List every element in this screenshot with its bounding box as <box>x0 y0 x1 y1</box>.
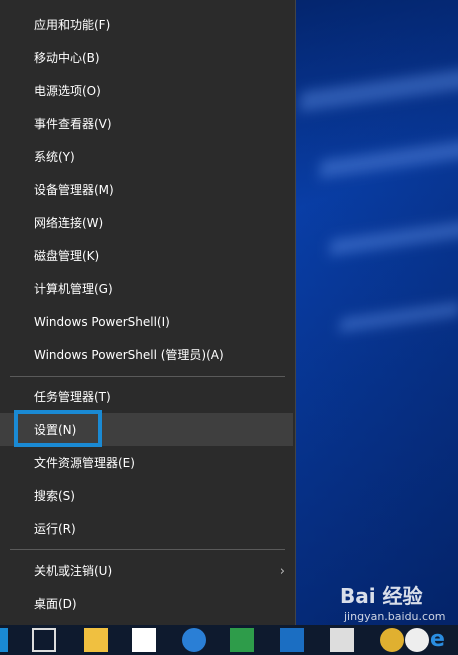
menu-item-label: 设备管理器(M) <box>34 183 114 197</box>
menu-item-label: 系统(Y) <box>34 150 75 164</box>
menu-item-event-viewer[interactable]: 事件查看器(V) <box>0 107 293 140</box>
winx-context-menu: 应用和功能(F) 移动中心(B) 电源选项(O) 事件查看器(V) 系统(Y) … <box>0 0 296 629</box>
menu-separator <box>10 376 285 377</box>
start-button-icon[interactable] <box>0 628 8 652</box>
menu-item-disk-management[interactable]: 磁盘管理(K) <box>0 239 293 272</box>
menu-item-label: Windows PowerShell(I) <box>34 314 170 329</box>
annotation-highlight-box <box>14 410 102 447</box>
outlook-icon[interactable] <box>280 628 304 652</box>
chrome-icon[interactable] <box>380 628 404 652</box>
menu-item-device-manager[interactable]: 设备管理器(M) <box>0 173 293 206</box>
menu-item-label: 网络连接(W) <box>34 216 104 230</box>
menu-item-power-options[interactable]: 电源选项(O) <box>0 74 293 107</box>
menu-item-label: 桌面(D) <box>34 597 77 611</box>
file-explorer-icon[interactable] <box>84 628 108 652</box>
menu-item-desktop[interactable]: 桌面(D) <box>0 587 293 620</box>
menu-item-label: 事件查看器(V) <box>34 117 112 131</box>
menu-item-label: 应用和功能(F) <box>34 18 111 32</box>
edge-icon[interactable]: e <box>430 628 454 652</box>
menu-item-network-connections[interactable]: 网络连接(W) <box>0 206 293 239</box>
menu-item-label: Windows PowerShell (管理员)(A) <box>34 348 224 362</box>
menu-item-powershell-admin[interactable]: Windows PowerShell (管理员)(A) <box>0 338 293 371</box>
menu-item-task-manager[interactable]: 任务管理器(T) <box>0 380 293 413</box>
menu-item-apps-features[interactable]: 应用和功能(F) <box>0 8 293 41</box>
menu-item-label: 计算机管理(G) <box>34 282 113 296</box>
task-view-icon[interactable] <box>32 628 56 652</box>
menu-item-label: 电源选项(O) <box>34 84 101 98</box>
watermark-logo: Bai 经验 <box>340 584 423 608</box>
qq-icon[interactable] <box>405 628 429 652</box>
calculator-icon[interactable] <box>330 628 354 652</box>
menu-item-label: 搜索(S) <box>34 489 75 503</box>
menu-item-search[interactable]: 搜索(S) <box>0 479 293 512</box>
watermark-url: jingyan.baidu.com <box>344 610 446 623</box>
app-icon[interactable] <box>230 628 254 652</box>
menu-item-label: 关机或注销(U) <box>34 564 113 578</box>
taskbar: e <box>0 625 458 655</box>
menu-item-shutdown-signout[interactable]: 关机或注销(U) <box>0 554 293 587</box>
store-icon[interactable] <box>132 628 156 652</box>
menu-item-system[interactable]: 系统(Y) <box>0 140 293 173</box>
menu-item-run[interactable]: 运行(R) <box>0 512 293 545</box>
app-icon[interactable] <box>182 628 206 652</box>
menu-item-label: 任务管理器(T) <box>34 390 111 404</box>
menu-separator <box>10 549 285 550</box>
menu-item-label: 运行(R) <box>34 522 76 536</box>
menu-item-label: 移动中心(B) <box>34 51 100 65</box>
menu-item-computer-management[interactable]: 计算机管理(G) <box>0 272 293 305</box>
menu-item-label: 磁盘管理(K) <box>34 249 100 263</box>
menu-item-label: 文件资源管理器(E) <box>34 456 135 470</box>
chevron-right-icon: › <box>279 564 285 579</box>
menu-item-mobility-center[interactable]: 移动中心(B) <box>0 41 293 74</box>
menu-item-file-explorer[interactable]: 文件资源管理器(E) <box>0 446 293 479</box>
menu-item-powershell[interactable]: Windows PowerShell(I) <box>0 305 293 338</box>
